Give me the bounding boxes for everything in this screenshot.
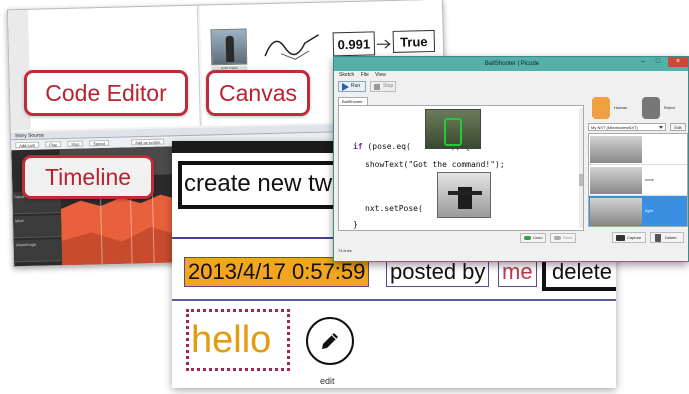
timeline-callout: Timeline — [22, 155, 154, 199]
run-button[interactable]: Run — [338, 81, 366, 92]
add-cam-button[interactable]: Add cam — [15, 141, 40, 149]
human-icon — [592, 97, 610, 119]
code-line: } — [353, 220, 358, 229]
code-text: nxt.setPose( — [365, 204, 423, 213]
boolean-result: True — [392, 29, 436, 53]
menu-bar: Sketch File View — [334, 71, 688, 79]
capture-button[interactable]: Capture — [612, 232, 646, 243]
code-keyword: if — [353, 142, 363, 151]
human-label: Human — [614, 105, 627, 110]
robot-icon — [642, 97, 660, 119]
stop-button[interactable]: Stop — [67, 140, 84, 147]
delete-pose-button[interactable]: Delete — [650, 232, 684, 243]
code-line: showText("Got the command!"); — [365, 160, 505, 169]
undo-button[interactable]: Undo — [520, 233, 546, 243]
pose-thumbnail — [590, 198, 642, 225]
close-icon[interactable]: × — [668, 57, 688, 67]
pose-name: none — [645, 177, 654, 182]
skeleton-overlay — [444, 118, 462, 146]
maximize-icon[interactable]: □ — [651, 57, 665, 67]
canvas-callout: Canvas — [206, 70, 310, 116]
edit-button[interactable] — [306, 317, 354, 365]
list-item[interactable]: right — [589, 196, 687, 226]
menu-sketch[interactable]: Sketch — [339, 72, 354, 78]
status-bar: 74 lines — [338, 248, 352, 253]
list-item[interactable] — [589, 134, 687, 165]
play-button[interactable]: Play — [45, 141, 62, 148]
person-silhouette — [225, 35, 235, 63]
menu-view[interactable]: View — [375, 72, 386, 78]
pencil-icon — [322, 333, 338, 349]
nxt-device-select[interactable]: My NXT (MindstormsNXT) — [588, 123, 666, 131]
picode-window: BallShooter | Picode – □ × Sketch File V… — [333, 56, 689, 262]
scrollbar-thumb[interactable] — [579, 174, 583, 186]
human-mode-button[interactable]: Human — [590, 95, 636, 121]
stop-button[interactable]: Stop — [370, 81, 396, 92]
robot-mode-button[interactable]: Robot — [640, 95, 686, 121]
human-pose-image[interactable] — [425, 109, 481, 149]
timeline-track-label: showImage — [13, 239, 63, 263]
pose-thumbnail — [590, 136, 642, 163]
new-tweet-input-text: create new tw — [184, 170, 333, 197]
toolbar: Run Stop — [334, 79, 688, 95]
robot-pose-image[interactable] — [437, 172, 491, 218]
screenshot-collage: Color Frame 0.991 True Story Source Add … — [0, 0, 689, 394]
pose-list[interactable]: none right — [588, 133, 688, 227]
menu-file[interactable]: File — [361, 72, 369, 78]
tab-ballshooter[interactable]: BallShooter — [338, 97, 368, 105]
code-editor-callout: Code Editor — [24, 70, 188, 116]
pose-library-panel: Human Robot My NXT (MindstormsNXT) Edit … — [588, 95, 688, 245]
code-text: (pose.eq( — [362, 142, 411, 151]
timeline-track-label: label — [12, 215, 62, 239]
robot-label: Robot — [664, 105, 675, 110]
code-editor[interactable]: if (pose.eq()) { showText("Got the comma… — [338, 105, 584, 231]
edit-label: edit — [320, 376, 335, 386]
speed-control[interactable]: Speed — [89, 139, 109, 147]
edit-device-button[interactable]: Edit — [670, 123, 686, 131]
divider — [172, 299, 616, 301]
similarity-value: 0.991 — [332, 31, 376, 57]
add-as-scripts-button[interactable]: Add as scripts — [131, 138, 165, 146]
arrow-right-icon — [376, 39, 391, 49]
gesture-sketch — [264, 34, 320, 60]
robot-arm — [448, 191, 482, 195]
post-text: hello — [186, 309, 290, 371]
minimize-icon[interactable]: – — [636, 57, 650, 67]
pose-name: right — [645, 208, 653, 213]
redo-button[interactable]: Redo — [550, 233, 576, 243]
pose-thumbnail — [590, 167, 642, 194]
list-item[interactable]: none — [589, 165, 687, 196]
vertical-scrollbar[interactable] — [579, 108, 583, 228]
camera-frame-thumbnail — [210, 28, 248, 66]
